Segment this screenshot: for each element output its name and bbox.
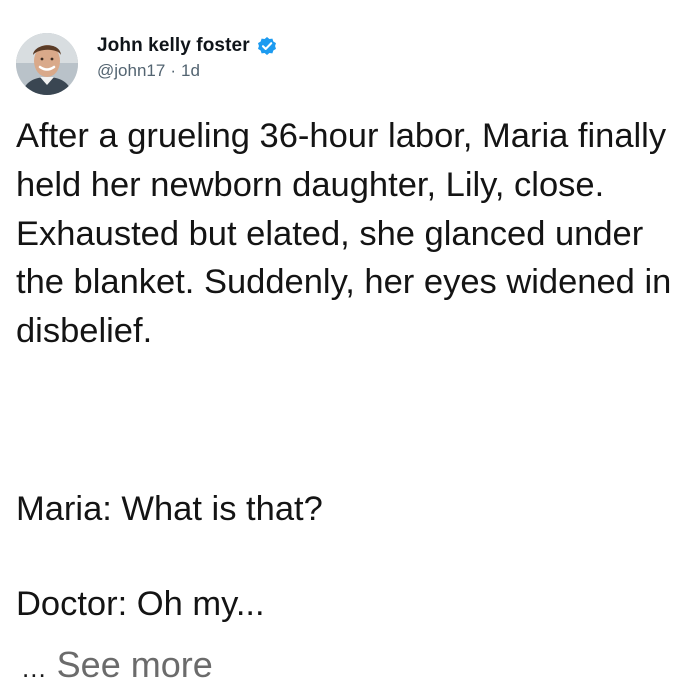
handle-row: @john17 · 1d xyxy=(97,61,278,81)
tweet-dialogue-line-1: Maria: What is that? xyxy=(16,490,323,528)
see-more-ellipsis: ... xyxy=(22,653,47,683)
person-avatar-icon[interactable] xyxy=(16,33,78,95)
tweet-body: After a grueling 36-hour labor, Maria fi… xyxy=(16,112,688,356)
see-more-label[interactable]: See more xyxy=(57,644,213,685)
tweet-paragraph: After a grueling 36-hour labor, Maria fi… xyxy=(16,117,681,351)
tweet-header: John kelly foster @john17 · 1d xyxy=(16,33,278,95)
see-more-link[interactable]: ... See more xyxy=(22,640,213,693)
tweet-dialogue-line-2: Doctor: Oh my... xyxy=(16,585,265,623)
author-display-name[interactable]: John kelly foster xyxy=(97,35,250,57)
name-row: John kelly foster xyxy=(97,34,278,58)
author-meta: John kelly foster @john17 · 1d xyxy=(97,34,278,81)
author-handle[interactable]: @john17 xyxy=(97,61,165,81)
separator-dot: · xyxy=(170,61,176,80)
verified-badge-icon xyxy=(256,35,278,57)
tweet-card: John kelly foster @john17 · 1d After a g… xyxy=(0,0,700,700)
tweet-age[interactable]: 1d xyxy=(181,61,200,81)
